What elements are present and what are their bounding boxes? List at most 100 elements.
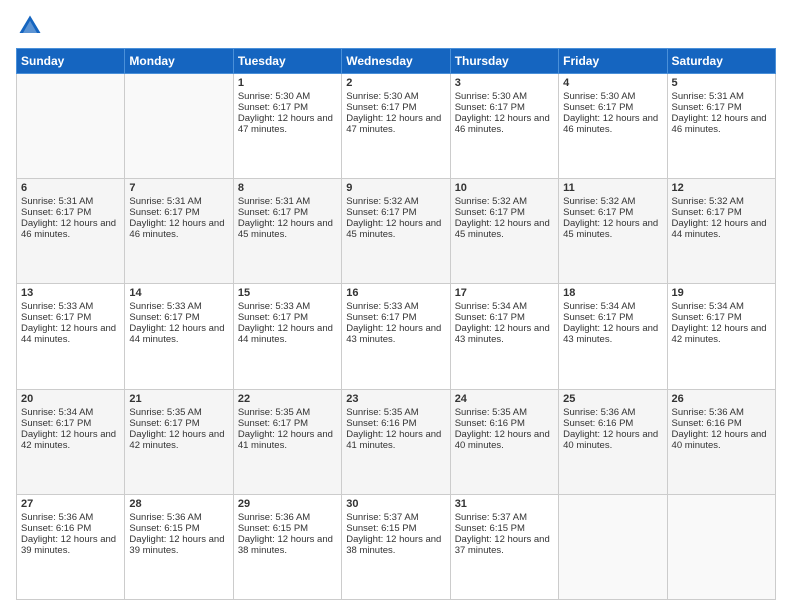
day-info: Sunset: 6:15 PM	[129, 523, 228, 534]
day-number: 3	[455, 77, 554, 89]
calendar-cell	[667, 494, 775, 599]
day-info: Sunrise: 5:33 AM	[238, 301, 337, 312]
day-info: Sunrise: 5:30 AM	[563, 91, 662, 102]
day-info: Sunset: 6:17 PM	[563, 312, 662, 323]
day-number: 23	[346, 393, 445, 405]
day-number: 12	[672, 182, 771, 194]
calendar-cell: 28 Sunrise: 5:36 AMSunset: 6:15 PMDayligh…	[125, 494, 233, 599]
day-number: 27	[21, 498, 120, 510]
calendar-cell: 13Sunrise: 5:33 AMSunset: 6:17 PMDayligh…	[17, 284, 125, 389]
day-number: 1	[238, 77, 337, 89]
calendar-header-saturday: Saturday	[667, 49, 775, 74]
day-number: 28	[129, 498, 228, 510]
calendar-table: SundayMondayTuesdayWednesdayThursdayFrid…	[16, 48, 776, 600]
day-info: Sunset: 6:17 PM	[455, 207, 554, 218]
day-info: Daylight: 12 hours and 46 minutes.	[21, 218, 120, 240]
day-info: Sunrise: 5:36 AM	[21, 512, 120, 523]
day-info: Sunset: 6:15 PM	[455, 523, 554, 534]
day-number: 16	[346, 287, 445, 299]
calendar-cell: 11Sunrise: 5:32 AMSunset: 6:17 PMDayligh…	[559, 179, 667, 284]
day-info: Daylight: 12 hours and 41 minutes.	[238, 429, 337, 451]
day-info: Sunset: 6:17 PM	[563, 102, 662, 113]
calendar-cell: 29Sunrise: 5:36 AMSunset: 6:15 PMDayligh…	[233, 494, 341, 599]
calendar-header-row: SundayMondayTuesdayWednesdayThursdayFrid…	[17, 49, 776, 74]
day-info: Daylight: 12 hours and 37 minutes.	[455, 534, 554, 556]
calendar-cell: 8Sunrise: 5:31 AMSunset: 6:17 PMDaylight…	[233, 179, 341, 284]
day-number: 19	[672, 287, 771, 299]
day-number: 31	[455, 498, 554, 510]
day-number: 10	[455, 182, 554, 194]
day-info: Daylight: 12 hours and 39 minutes.	[129, 534, 228, 556]
calendar-cell	[17, 74, 125, 179]
day-info: Sunset: 6:15 PM	[346, 523, 445, 534]
day-number: 26	[672, 393, 771, 405]
calendar-week-5: 27Sunrise: 5:36 AMSunset: 6:16 PMDayligh…	[17, 494, 776, 599]
day-info: Sunset: 6:17 PM	[455, 312, 554, 323]
day-info: Sunrise: 5:34 AM	[455, 301, 554, 312]
day-number: 14	[129, 287, 228, 299]
logo-icon	[16, 12, 44, 40]
calendar-cell: 23Sunrise: 5:35 AMSunset: 6:16 PMDayligh…	[342, 389, 450, 494]
day-number: 4	[563, 77, 662, 89]
day-info: Sunrise: 5:32 AM	[455, 196, 554, 207]
calendar-cell: 1Sunrise: 5:30 AMSunset: 6:17 PMDaylight…	[233, 74, 341, 179]
day-info: Sunrise: 5:32 AM	[672, 196, 771, 207]
day-number: 18	[563, 287, 662, 299]
day-info: Sunset: 6:15 PM	[238, 523, 337, 534]
calendar-header-thursday: Thursday	[450, 49, 558, 74]
day-info: Sunset: 6:17 PM	[238, 207, 337, 218]
day-info: Daylight: 12 hours and 41 minutes.	[346, 429, 445, 451]
day-info: Sunrise: 5:36 AM	[238, 512, 337, 523]
day-number: 21	[129, 393, 228, 405]
calendar-cell: 3Sunrise: 5:30 AMSunset: 6:17 PMDaylight…	[450, 74, 558, 179]
day-info: Sunrise: 5:34 AM	[21, 407, 120, 418]
day-info: Daylight: 12 hours and 38 minutes.	[346, 534, 445, 556]
day-info: Sunset: 6:17 PM	[238, 312, 337, 323]
day-info: Sunset: 6:16 PM	[455, 418, 554, 429]
calendar-cell: 9 Sunrise: 5:32 AMSunset: 6:17 PMDaylight…	[342, 179, 450, 284]
day-info: Daylight: 12 hours and 43 minutes.	[346, 323, 445, 345]
day-info: Sunset: 6:17 PM	[129, 207, 228, 218]
day-number: 6	[21, 182, 120, 194]
day-info: Sunset: 6:16 PM	[672, 418, 771, 429]
day-info: Daylight: 12 hours and 46 minutes.	[455, 113, 554, 135]
calendar-cell: 16Sunrise: 5:33 AMSunset: 6:17 PMDayligh…	[342, 284, 450, 389]
day-info: Daylight: 12 hours and 44 minutes.	[21, 323, 120, 345]
day-info: Sunrise: 5:33 AM	[129, 301, 228, 312]
day-info: Sunset: 6:17 PM	[346, 207, 445, 218]
day-number: 24	[455, 393, 554, 405]
day-info: Sunrise: 5:32 AM	[346, 196, 445, 207]
day-info: Daylight: 12 hours and 40 minutes.	[672, 429, 771, 451]
day-info: Daylight: 12 hours and 42 minutes.	[21, 429, 120, 451]
day-info: Daylight: 12 hours and 45 minutes.	[346, 218, 445, 240]
calendar-cell: 2Sunrise: 5:30 AMSunset: 6:17 PMDaylight…	[342, 74, 450, 179]
day-info: Sunset: 6:16 PM	[563, 418, 662, 429]
day-number: 5	[672, 77, 771, 89]
day-info: Sunset: 6:17 PM	[21, 207, 120, 218]
calendar-cell: 5Sunrise: 5:31 AMSunset: 6:17 PMDaylight…	[667, 74, 775, 179]
page: SundayMondayTuesdayWednesdayThursdayFrid…	[0, 0, 792, 612]
day-info: Sunrise: 5:34 AM	[672, 301, 771, 312]
calendar-cell: 24Sunrise: 5:35 AMSunset: 6:16 PMDayligh…	[450, 389, 558, 494]
calendar-cell: 12Sunrise: 5:32 AMSunset: 6:17 PMDayligh…	[667, 179, 775, 284]
calendar-cell: 10Sunrise: 5:32 AMSunset: 6:17 PMDayligh…	[450, 179, 558, 284]
day-number: 11	[563, 182, 662, 194]
day-info: Daylight: 12 hours and 46 minutes.	[563, 113, 662, 135]
day-info: Sunrise: 5:31 AM	[21, 196, 120, 207]
day-info: Sunrise: 5:35 AM	[346, 407, 445, 418]
day-info: Daylight: 12 hours and 47 minutes.	[238, 113, 337, 135]
day-number: 17	[455, 287, 554, 299]
day-number: 9	[346, 182, 445, 194]
day-number: 15	[238, 287, 337, 299]
calendar-cell: 14Sunrise: 5:33 AMSunset: 6:17 PMDayligh…	[125, 284, 233, 389]
day-info: Daylight: 12 hours and 42 minutes.	[129, 429, 228, 451]
day-info: Sunset: 6:17 PM	[238, 418, 337, 429]
calendar-cell	[559, 494, 667, 599]
calendar-cell: 6 Sunrise: 5:31 AMSunset: 6:17 PMDaylight…	[17, 179, 125, 284]
day-number: 20	[21, 393, 120, 405]
day-info: Sunrise: 5:36 AM	[129, 512, 228, 523]
day-info: Sunrise: 5:32 AM	[563, 196, 662, 207]
day-number: 29	[238, 498, 337, 510]
day-info: Daylight: 12 hours and 40 minutes.	[455, 429, 554, 451]
day-info: Sunrise: 5:33 AM	[21, 301, 120, 312]
